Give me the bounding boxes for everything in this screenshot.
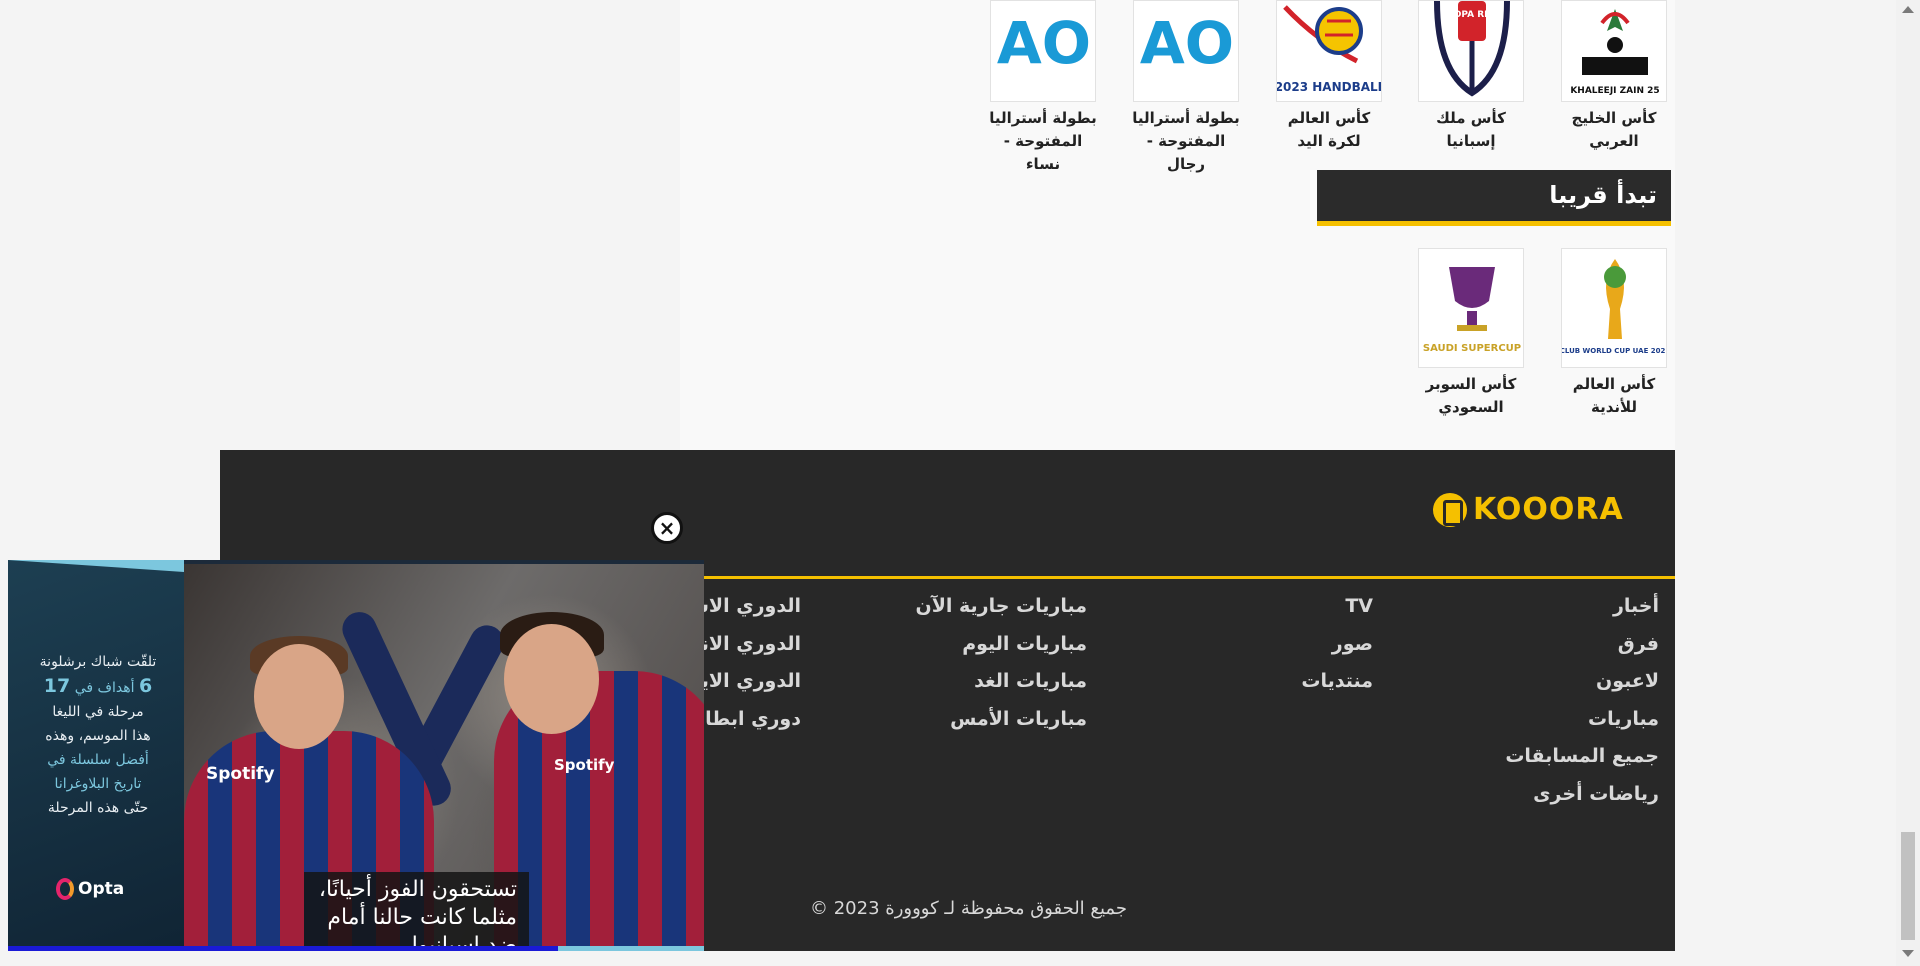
handball-wc-logo-text: 2023 HANDBALL bbox=[1277, 80, 1382, 94]
competition-ao-men[interactable]: AO بطولة أستراليا المفتوحة - رجال bbox=[1130, 0, 1242, 176]
footer-col-media: TV صور منتديات bbox=[1301, 588, 1373, 701]
footer-link-other-sports[interactable]: رياضات أخرى bbox=[1505, 776, 1659, 814]
competition-ao-women[interactable]: AO بطولة أستراليا المفتوحة - نساء bbox=[987, 0, 1099, 176]
saudi-supercup-logo[interactable]: SAUDI SUPERCUP bbox=[1418, 248, 1524, 368]
competition-name[interactable]: كأس الخليج العربي bbox=[1558, 107, 1670, 153]
opta-logo-text: Opta bbox=[78, 879, 125, 899]
stat-number: 6 bbox=[138, 675, 153, 697]
player-head bbox=[504, 624, 599, 734]
copa-rey-logo[interactable]: COPA REY bbox=[1418, 0, 1524, 102]
competition-name[interactable]: بطولة أستراليا المفتوحة - نساء bbox=[987, 107, 1099, 176]
footer-col-main: أخبار فرق لاعبون مباريات جميع المسابقات … bbox=[1505, 588, 1659, 813]
ao-women-logo[interactable]: AO bbox=[990, 0, 1096, 102]
footer-link-today-matches[interactable]: مباريات اليوم bbox=[916, 626, 1087, 664]
scrollbar-thumb[interactable] bbox=[1901, 832, 1915, 940]
stat-line: حتّى هذه المرحلة bbox=[47, 800, 149, 816]
club-world-cup-logo[interactable]: CLUB WORLD CUP UAE 2021 bbox=[1561, 248, 1667, 368]
footer-link-tv[interactable]: TV bbox=[1301, 588, 1373, 626]
kooora-logo-icon bbox=[1433, 492, 1467, 527]
floating-video-player[interactable]: تلقّت شباك برشلونة 6 أهداف في 17 مرحلة ف… bbox=[8, 560, 704, 951]
stat-line: تاريخ البلاوغرانا bbox=[54, 776, 142, 792]
footer-link-all-competitions[interactable]: جميع المسابقات bbox=[1505, 738, 1659, 776]
video-progress-bar[interactable] bbox=[8, 946, 704, 951]
handball-wc-logo[interactable]: 2023 HANDBALL bbox=[1276, 0, 1382, 102]
gulf-cup-logo[interactable]: KHALEEJI ZAIN 25 bbox=[1561, 0, 1667, 102]
stat-highlight: أهداف في bbox=[74, 680, 135, 696]
opta-logo: Opta bbox=[56, 878, 124, 900]
opta-stat-panel: تلقّت شباك برشلونة 6 أهداف في 17 مرحلة ف… bbox=[8, 560, 184, 951]
footer-link-tomorrow-matches[interactable]: مباريات الغد bbox=[916, 663, 1087, 701]
close-icon: × bbox=[658, 516, 676, 540]
ao-men-logo-text: AO bbox=[1140, 9, 1234, 77]
footer-link-players[interactable]: لاعبون bbox=[1505, 663, 1659, 701]
shirt-sponsor: Spotify bbox=[206, 764, 275, 784]
shirt-sponsor: Spotify bbox=[554, 756, 615, 774]
close-video-button[interactable]: × bbox=[651, 512, 683, 544]
stat-line: مرحلة في الليغا bbox=[52, 704, 144, 720]
footer-link-forums[interactable]: منتديات bbox=[1301, 663, 1373, 701]
ao-women-logo-text: AO bbox=[997, 9, 1091, 77]
copa-rey-logo-text: COPA REY bbox=[1447, 10, 1497, 20]
ao-men-logo[interactable]: AO bbox=[1133, 0, 1239, 102]
competition-handball-wc[interactable]: 2023 HANDBALL كأس العالم لكرة اليد bbox=[1273, 0, 1385, 153]
stat-number: 17 bbox=[43, 675, 71, 697]
footer-link-news[interactable]: أخبار bbox=[1505, 588, 1659, 626]
section-title-text: تبدأ قريبا bbox=[1549, 181, 1657, 209]
saudi-supercup-logo-text: SAUDI SUPERCUP bbox=[1423, 343, 1521, 354]
kooora-logo-text: KOOORA bbox=[1473, 492, 1624, 527]
footer-col-match-days: مباريات جارية الآن مباريات اليوم مباريات… bbox=[916, 588, 1087, 738]
kooora-logo[interactable]: KOOORA bbox=[1433, 492, 1624, 527]
video-caption: تستحقون الفوز أحيانًا، مثلما كانت حالنا … bbox=[304, 872, 529, 951]
competition-name[interactable]: بطولة أستراليا المفتوحة - رجال bbox=[1130, 107, 1242, 176]
footer-link-yesterday-matches[interactable]: مباريات الأمس bbox=[916, 701, 1087, 739]
footer-link-teams[interactable]: فرق bbox=[1505, 626, 1659, 664]
video-progress-fill bbox=[8, 946, 558, 951]
opta-logo-icon bbox=[56, 878, 74, 900]
footer-link-photos[interactable]: صور bbox=[1301, 626, 1373, 664]
scroll-down-arrow-icon[interactable] bbox=[1902, 950, 1914, 957]
footer-link-matches[interactable]: مباريات bbox=[1505, 701, 1659, 739]
section-title-starting-soon: تبدأ قريبا bbox=[1317, 170, 1671, 226]
stat-line: أفضل سلسلة في bbox=[47, 752, 149, 768]
opta-stat-text: تلقّت شباك برشلونة 6 أهداف في 17 مرحلة ف… bbox=[18, 650, 178, 820]
scroll-up-arrow-icon[interactable] bbox=[1902, 6, 1914, 13]
competition-club-world-cup[interactable]: CLUB WORLD CUP UAE 2021 كأس العالم للأند… bbox=[1558, 248, 1670, 419]
competition-name[interactable]: كأس السوبر السعودي bbox=[1415, 373, 1527, 419]
competition-name[interactable]: كأس العالم لكرة اليد bbox=[1273, 107, 1385, 153]
competition-copa-rey[interactable]: COPA REY كأس ملك إسبانيا bbox=[1415, 0, 1527, 153]
competition-name[interactable]: كأس العالم للأندية bbox=[1558, 373, 1670, 419]
player-head bbox=[254, 644, 344, 749]
stat-line: هذا الموسم، وهذه bbox=[45, 728, 151, 744]
vertical-scrollbar[interactable] bbox=[1896, 0, 1920, 966]
stat-line: تلقّت شباك برشلونة bbox=[39, 654, 157, 670]
footer-link-live-matches[interactable]: مباريات جارية الآن bbox=[916, 588, 1087, 626]
video-frame[interactable]: Spotify Spotify تستحقون الفوز أحيانًا، م… bbox=[184, 564, 704, 951]
competition-name[interactable]: كأس ملك إسبانيا bbox=[1415, 107, 1527, 153]
stat-line: 6 أهداف في 17 bbox=[18, 674, 178, 700]
copyright-text: جميع الحقوق محفوظة لـ كووورة 2023 © bbox=[810, 898, 1127, 919]
competition-gulf-cup[interactable]: KHALEEJI ZAIN 25 كأس الخليج العربي bbox=[1558, 0, 1670, 153]
gulf-cup-logo-text: KHALEEJI ZAIN 25 bbox=[1570, 86, 1659, 96]
club-world-cup-logo-text: CLUB WORLD CUP UAE 2021 bbox=[1562, 347, 1667, 355]
competition-saudi-supercup[interactable]: SAUDI SUPERCUP كأس السوبر السعودي bbox=[1415, 248, 1527, 419]
